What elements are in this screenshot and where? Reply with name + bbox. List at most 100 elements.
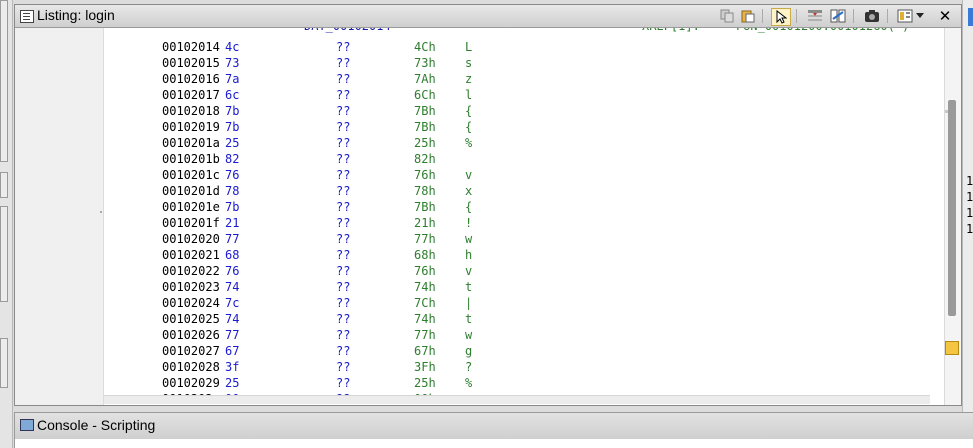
listing-titlebar[interactable]: Listing: login ✕ bbox=[15, 5, 961, 28]
value-cell: 76h bbox=[414, 168, 436, 182]
listing-row[interactable]: 00102026 77?? 77h w bbox=[104, 328, 930, 344]
byte-cell: 6c bbox=[225, 88, 240, 102]
cursor-select-icon[interactable] bbox=[771, 8, 791, 26]
listing-row[interactable]: 0010201d 78?? 78h x bbox=[104, 184, 930, 200]
byte-cell: 68 bbox=[225, 248, 240, 262]
address-cell: 0010201b bbox=[162, 152, 220, 166]
address-cell: 00102021 bbox=[162, 248, 220, 262]
mnemonic-cell: ?? bbox=[336, 120, 351, 134]
value-cell: 7Ah bbox=[414, 72, 436, 86]
listing-row[interactable]: 00102017 6c?? 6Ch l bbox=[104, 88, 930, 104]
mnemonic-cell: ?? bbox=[336, 312, 351, 326]
listing-row[interactable]: 00102022 76?? 76h v bbox=[104, 264, 930, 280]
char-cell: h bbox=[465, 248, 473, 262]
right-dock-strip: 1 1 1 1 bbox=[962, 0, 973, 448]
byte-cell: 7b bbox=[225, 200, 240, 214]
value-cell: 68h bbox=[414, 248, 436, 262]
value-cell: 67h bbox=[414, 344, 436, 358]
chevron-down-icon[interactable] bbox=[914, 8, 926, 24]
listing-row[interactable]: 00102029 25?? 25h% bbox=[104, 376, 930, 392]
listing-row[interactable]: 00102020 77?? 77h w bbox=[104, 232, 930, 248]
listing-row[interactable]: 00102028 3f?? 3Fh? bbox=[104, 360, 930, 376]
options-icon[interactable] bbox=[896, 8, 914, 24]
address-cell: 0010201a bbox=[162, 136, 220, 150]
console-titlebar[interactable]: Console - Scripting bbox=[14, 412, 973, 440]
address-cell: 00102018 bbox=[162, 104, 220, 118]
char-cell: v bbox=[465, 264, 473, 278]
listing-row[interactable]: 00102023 74?? 74h t bbox=[104, 280, 930, 296]
listing-body[interactable]: DAT_00102014 XREF[1]: FUN_00101200:00101… bbox=[104, 28, 930, 399]
char-cell: { bbox=[465, 200, 473, 214]
mnemonic-cell: ?? bbox=[336, 88, 351, 102]
listing-margin bbox=[15, 28, 104, 405]
field-editor-icon[interactable] bbox=[806, 8, 824, 24]
toolbar-separator bbox=[796, 9, 797, 23]
listing-row[interactable]: 00102025 74?? 74h t bbox=[104, 312, 930, 328]
listing-row[interactable]: 00102016 7a?? 7Ah z bbox=[104, 72, 930, 88]
bookmark-marker-icon[interactable] bbox=[945, 341, 959, 355]
mnemonic-cell: ?? bbox=[336, 248, 351, 262]
listing-row[interactable]: 00102027 67?? 67h g bbox=[104, 344, 930, 360]
address-cell: 0010201f bbox=[162, 216, 220, 230]
left-dock-panel-edge[interactable] bbox=[0, 172, 8, 198]
byte-cell: 76 bbox=[225, 168, 240, 182]
listing-row[interactable]: 0010201b 82?? 82h bbox=[104, 152, 930, 168]
left-dock-panel-edge[interactable] bbox=[0, 338, 8, 388]
address-cell: 00102025 bbox=[162, 312, 220, 326]
address-cell: 00102019 bbox=[162, 120, 220, 134]
left-dock-panel-edge[interactable] bbox=[0, 0, 8, 162]
byte-cell: 7c bbox=[225, 296, 240, 310]
value-cell: 25h bbox=[414, 136, 436, 150]
toolbar-separator bbox=[762, 9, 763, 23]
left-dock-panel-edge[interactable] bbox=[0, 206, 8, 302]
listing-row[interactable]: 0010201f 21?? 21h! bbox=[104, 216, 930, 232]
listing-row[interactable]: 0010201e 7b?? 7Bh { bbox=[104, 200, 930, 216]
address-cell: 00102028 bbox=[162, 360, 220, 374]
mnemonic-cell: ?? bbox=[336, 136, 351, 150]
value-cell: 74h bbox=[414, 280, 436, 294]
right-panel-line-number: 1 bbox=[966, 190, 973, 204]
address-cell: 00102020 bbox=[162, 232, 220, 246]
char-cell: l bbox=[465, 88, 473, 102]
address-cell: 00102024 bbox=[162, 296, 220, 310]
value-cell: 4Ch bbox=[414, 40, 436, 54]
copy-icon[interactable] bbox=[718, 8, 736, 24]
char-cell: | bbox=[465, 296, 473, 310]
mnemonic-cell: ?? bbox=[336, 200, 351, 214]
address-cell: 00102027 bbox=[162, 344, 220, 358]
address-cell: 00102022 bbox=[162, 264, 220, 278]
listing-row[interactable]: 00102024 7c?? 7Ch | bbox=[104, 296, 930, 312]
byte-cell: 7b bbox=[225, 104, 240, 118]
char-cell: s bbox=[465, 56, 473, 70]
diff-icon[interactable] bbox=[829, 8, 847, 24]
console-body[interactable] bbox=[14, 439, 973, 448]
char-cell: w bbox=[465, 232, 473, 246]
listing-row[interactable]: 0010201c 76?? 76h v bbox=[104, 168, 930, 184]
mnemonic-cell: ?? bbox=[336, 296, 351, 310]
char-cell: t bbox=[465, 280, 473, 294]
char-cell: ! bbox=[465, 216, 473, 230]
vertical-scrollbar[interactable] bbox=[944, 28, 961, 405]
horizontal-scrollbar[interactable] bbox=[104, 395, 930, 404]
char-cell: t bbox=[465, 312, 473, 326]
listing-row[interactable]: 00102019 7b?? 7Bh { bbox=[104, 120, 930, 136]
listing-row[interactable]: 00102018 7b?? 7Bh { bbox=[104, 104, 930, 120]
address-cell: 0010201c bbox=[162, 168, 220, 182]
listing-row[interactable]: 00102021 68?? 68h h bbox=[104, 248, 930, 264]
right-panel-tab[interactable] bbox=[968, 8, 973, 26]
paste-icon[interactable] bbox=[739, 8, 757, 24]
listing-row[interactable]: 00102014 4c?? 4Ch L bbox=[104, 40, 930, 56]
mnemonic-cell: ?? bbox=[336, 40, 351, 54]
mnemonic-cell: ?? bbox=[336, 232, 351, 246]
byte-cell: 21 bbox=[225, 216, 240, 230]
close-icon[interactable]: ✕ bbox=[936, 7, 954, 25]
scrollbar-thumb[interactable] bbox=[948, 100, 956, 316]
listing-row[interactable]: 0010201a 25?? 25h% bbox=[104, 136, 930, 152]
snapshot-camera-icon[interactable] bbox=[863, 8, 881, 24]
byte-cell: 74 bbox=[225, 312, 240, 326]
byte-cell: 76 bbox=[225, 264, 240, 278]
listing-row[interactable]: 00102015 73?? 73h s bbox=[104, 56, 930, 72]
address-cell: 0010201d bbox=[162, 184, 220, 198]
value-cell: 21h bbox=[414, 216, 436, 230]
mnemonic-cell: ?? bbox=[336, 344, 351, 358]
